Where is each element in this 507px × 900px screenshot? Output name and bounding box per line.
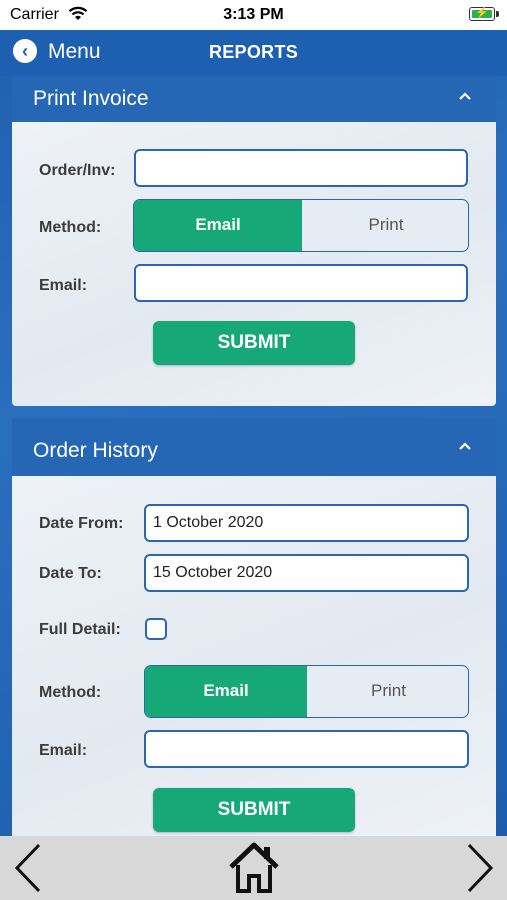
method-label: Method: (39, 684, 102, 701)
date-to-label: Date To: (39, 565, 102, 582)
print-invoice-panel: Print Invoice Order/Inv: Method: Email P… (12, 76, 496, 406)
date-from-label: Date From: (39, 515, 124, 532)
chevron-up-icon[interactable] (458, 435, 472, 456)
order-history-header[interactable]: Order History (12, 418, 496, 476)
full-detail-checkbox[interactable] (145, 618, 167, 640)
method-print-option[interactable]: Print (307, 666, 468, 717)
method-print-option[interactable]: Print (302, 200, 468, 251)
date-to-input[interactable]: 15 October 2020 (144, 554, 469, 592)
chevron-right-icon[interactable] (465, 842, 495, 894)
battery-icon: ⚡ (469, 7, 499, 21)
method-email-option[interactable]: Email (134, 200, 302, 251)
full-detail-label: Full Detail: (39, 621, 121, 638)
method-label: Method: (39, 219, 102, 236)
nav-bar: ‹ Menu REPORTS (0, 30, 507, 76)
order-history-panel: Order History Date From: 1 October 2020 … (12, 418, 496, 838)
print-invoice-header[interactable]: Print Invoice (12, 76, 496, 122)
submit-button[interactable]: SUBMIT (153, 321, 355, 365)
email-label: Email: (39, 742, 88, 759)
chevron-up-icon[interactable] (458, 85, 472, 106)
order-history-body: Date From: 1 October 2020 Date To: 15 Oc… (12, 476, 496, 838)
method-email-option[interactable]: Email (145, 666, 307, 717)
page-title: REPORTS (208, 42, 299, 62)
email-input[interactable] (134, 264, 468, 302)
date-from-input[interactable]: 1 October 2020 (144, 504, 469, 542)
method-segmented-control: Email Print (133, 199, 469, 252)
status-bar: Carrier 3:13 PM ⚡ (0, 0, 507, 30)
order-inv-input[interactable] (134, 149, 468, 187)
order-history-title: Order History (33, 439, 158, 462)
email-label: Email: (39, 277, 88, 294)
order-inv-label: Order/Inv: (39, 162, 116, 179)
email-input[interactable] (144, 730, 469, 768)
submit-button[interactable]: SUBMIT (153, 788, 355, 832)
bottom-toolbar (0, 836, 507, 900)
home-icon[interactable] (227, 840, 281, 894)
clock: 3:13 PM (223, 6, 284, 23)
print-invoice-body: Order/Inv: Method: Email Print Email: SU… (12, 122, 496, 406)
print-invoice-title: Print Invoice (33, 87, 149, 110)
chevron-left-icon[interactable] (13, 842, 43, 894)
method-segmented-control: Email Print (144, 665, 469, 718)
